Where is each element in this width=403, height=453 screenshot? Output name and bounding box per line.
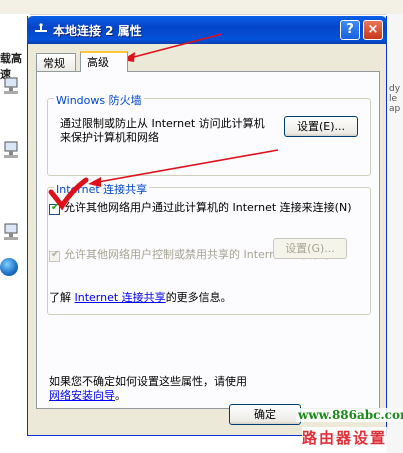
background-right-pane: dy le ap <box>386 14 403 453</box>
allow-control-checkbox[interactable]: ✔ <box>49 249 60 262</box>
tab-advanced[interactable]: 高级 <box>80 51 128 72</box>
firewall-groupbox: Windows 防火墙 通过限制或防止从 Internet 访问此计算机来保护计… <box>47 92 371 176</box>
learn-more-text: 了解 Internet 连接共享的更多信息。 <box>49 291 232 305</box>
close-button[interactable]: × <box>363 20 383 40</box>
firewall-description: 通过限制或防止从 Internet 访问此计算机来保护计算机和网络 <box>60 117 265 144</box>
ics-group-title: Internet 连接共享 <box>54 181 150 197</box>
ics-help-link[interactable]: Internet 连接共享 <box>75 291 166 304</box>
footer-suffix: 。 <box>115 389 126 402</box>
checkmark-icon: ✔ <box>51 249 60 260</box>
firewall-settings-button[interactable]: 设置(E)... <box>284 116 358 137</box>
globe-icon <box>0 258 18 276</box>
network-connection-icon <box>4 141 18 158</box>
network-connection-icon <box>4 223 18 240</box>
learn-more-suffix: 的更多信息。 <box>165 291 232 304</box>
properties-dialog: 本地连接 2 属性 ? × 常规 高级 Windows 防火墙 通过限制或防止从… <box>27 16 387 436</box>
background-right-text: dy <box>389 84 401 94</box>
tab-general[interactable]: 常规 <box>36 53 76 71</box>
network-connection-icon <box>4 77 18 94</box>
background-right-text: le <box>389 94 398 104</box>
window-title: 本地连接 2 属性 <box>53 24 142 38</box>
network-connection-icon <box>35 23 47 32</box>
learn-more-prefix: 了解 <box>49 291 71 304</box>
watermark-url: www.886abc.com <box>296 408 403 422</box>
title-bar[interactable]: 本地连接 2 属性 ? × <box>27 16 387 44</box>
footer-prefix: 如果您不确定如何设置这些属性，请使用 <box>49 375 247 388</box>
background-left-pane: 载高速 <box>0 14 30 453</box>
background-toolbar <box>0 0 403 15</box>
network-setup-wizard-link[interactable]: 网络安装向导 <box>49 389 115 402</box>
allow-sharing-label[interactable]: 允许其他网络用户通过此计算机的 Internet 连接来连接(N) <box>64 201 354 215</box>
footer-text: 如果您不确定如何设置这些属性，请使用 网络安装向导。 <box>49 375 349 403</box>
ics-settings-button[interactable]: 设置(G)... <box>273 238 347 259</box>
checkmark-icon: ✔ <box>51 202 60 213</box>
watermark-caption: 路由器设置 <box>302 427 388 448</box>
allow-sharing-checkbox[interactable]: ✔ <box>49 202 60 215</box>
background-right-text: ap <box>389 104 401 114</box>
ok-button[interactable]: 确定 <box>229 404 301 425</box>
help-button[interactable]: ? <box>340 20 360 40</box>
firewall-group-title: Windows 防火墙 <box>54 92 144 108</box>
tab-panel-advanced: Windows 防火墙 通过限制或防止从 Internet 访问此计算机来保护计… <box>36 71 380 409</box>
